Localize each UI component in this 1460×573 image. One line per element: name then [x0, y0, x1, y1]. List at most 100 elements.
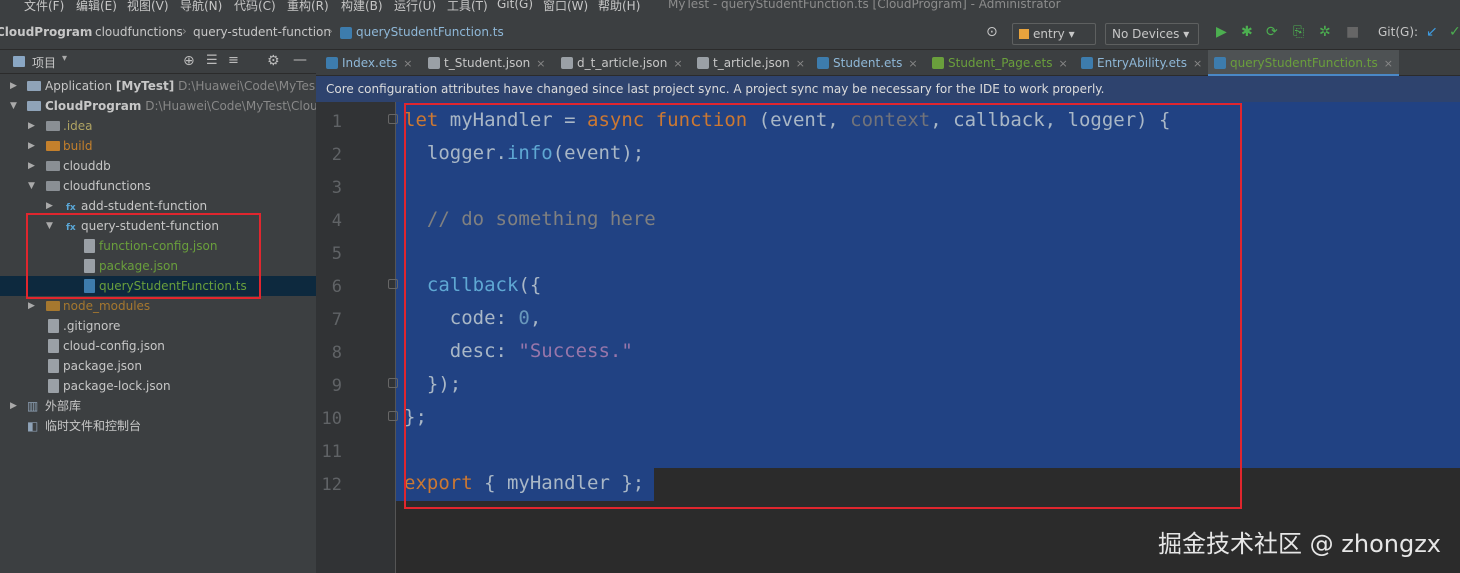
breadcrumb-cloudfunctions[interactable]: cloudfunctions — [95, 25, 183, 39]
line-number: 4 — [331, 211, 342, 231]
menu-git[interactable]: Git(G) — [497, 0, 533, 11]
locate-file-icon[interactable]: ⊕ — [183, 53, 195, 69]
chevron-right-icon[interactable]: ▶ — [28, 136, 35, 156]
fold-marker-icon[interactable] — [388, 279, 398, 289]
tree-item-gitignore[interactable]: .gitignore — [0, 316, 316, 336]
tree-item-build[interactable]: ▶ build — [0, 136, 316, 156]
menu-view[interactable]: 视图(V) — [127, 0, 169, 14]
chevron-down-icon[interactable]: ▼ — [28, 176, 35, 196]
tab-querystudentfunction-ts[interactable]: queryStudentFunction.ts × — [1208, 50, 1399, 76]
tree-item-external-libraries[interactable]: ▶ ▥ 外部库 — [0, 396, 316, 416]
typescript-file-icon — [340, 27, 352, 39]
hide-panel-icon[interactable]: — — [293, 52, 307, 68]
device-select[interactable]: No Devices ▾ — [1105, 23, 1199, 45]
tree-item-package-lock-json[interactable]: package-lock.json — [0, 376, 316, 396]
menu-build[interactable]: 构建(B) — [341, 0, 383, 14]
project-panel-header: 项目 ▾ ⊕ ☰ ≡ ⚙ — — [0, 50, 316, 74]
fold-marker-icon[interactable] — [388, 378, 398, 388]
coverage-icon[interactable]: ✲ — [1319, 25, 1331, 39]
close-icon[interactable]: × — [1058, 57, 1067, 70]
folder-icon — [46, 121, 60, 131]
fold-marker-icon[interactable] — [388, 411, 398, 421]
gear-icon[interactable]: ⚙ — [267, 53, 280, 69]
tree-item-clouddb[interactable]: ▶ clouddb — [0, 156, 316, 176]
close-icon[interactable]: × — [536, 57, 545, 70]
target-icon[interactable]: ⊙ — [986, 25, 998, 39]
project-panel-title[interactable]: 项目 — [32, 54, 56, 71]
menu-tools[interactable]: 工具(T) — [447, 0, 488, 14]
tab-index-ets[interactable]: Index.ets × — [326, 50, 412, 76]
tree-item-label: 临时文件和控制台 — [45, 419, 142, 433]
tree-item-label: build — [63, 139, 93, 153]
tree-item-cloud-config-json[interactable]: cloud-config.json — [0, 336, 316, 356]
ets-file-icon — [1081, 57, 1093, 69]
stop-icon[interactable]: ■ — [1346, 25, 1359, 39]
project-tree: ▶ Application [MyTest] D:\Huawei\Code\My… — [0, 74, 316, 573]
chevron-right-icon[interactable]: ▶ — [10, 76, 17, 96]
menu-window[interactable]: 窗口(W) — [543, 0, 588, 14]
chevron-right-icon[interactable]: ▶ — [10, 396, 17, 416]
expand-all-icon[interactable]: ☰ — [206, 53, 218, 68]
close-icon[interactable]: × — [1193, 57, 1202, 70]
breadcrumb-project[interactable]: CloudProgram — [0, 25, 92, 39]
line-number: 7 — [331, 310, 342, 330]
tab-t-student-json[interactable]: t_Student.json × — [428, 50, 546, 76]
git-commit-icon[interactable]: ✓ — [1449, 25, 1460, 39]
tab-d-t-article-json[interactable]: d_t_article.json × — [561, 50, 683, 76]
breadcrumb-current-file[interactable]: queryStudentFunction.ts — [356, 25, 504, 39]
close-icon[interactable]: × — [403, 57, 412, 70]
tree-item-package-json-root[interactable]: package.json — [0, 356, 316, 376]
tree-item-application[interactable]: ▶ Application [MyTest] D:\Huawei\Code\My… — [0, 76, 316, 96]
git-update-icon[interactable]: ↙ — [1426, 25, 1438, 39]
tab-student-ets[interactable]: Student.ets × — [817, 50, 918, 76]
breadcrumb-query-student-function[interactable]: query-student-function — [193, 25, 331, 39]
folder-icon — [46, 141, 60, 151]
tree-item-cloudfunctions[interactable]: ▼ cloudfunctions — [0, 176, 316, 196]
menu-run[interactable]: 运行(U) — [394, 0, 436, 14]
tree-item-node-modules[interactable]: ▶ node_modules — [0, 296, 316, 316]
close-icon[interactable]: × — [673, 57, 682, 70]
json-file-icon — [561, 57, 573, 69]
typescript-file-icon — [1214, 57, 1226, 69]
close-icon[interactable]: × — [908, 57, 917, 70]
tab-entryability-ets[interactable]: EntryAbility.ets × — [1081, 50, 1202, 76]
attach-debugger-icon[interactable]: ⎘ — [1293, 25, 1304, 39]
chevron-right-icon[interactable]: ▶ — [28, 156, 35, 176]
tree-item-label: clouddb — [63, 159, 111, 173]
tree-item-cloudprogram[interactable]: ▼ CloudProgram D:\Huawei\Code\MyTest\Clo… — [0, 96, 316, 116]
tab-t-article-json[interactable]: t_article.json × — [697, 50, 805, 76]
run-icon[interactable]: ▶ — [1216, 25, 1227, 39]
breadcrumb-separator-icon: › — [182, 24, 187, 38]
menu-navigate[interactable]: 导航(N) — [180, 0, 222, 14]
close-icon[interactable]: × — [796, 57, 805, 70]
run-config-select[interactable]: entry ▾ — [1012, 23, 1096, 45]
menu-code[interactable]: 代码(C) — [234, 0, 276, 14]
menu-refactor[interactable]: 重构(R) — [287, 0, 329, 14]
close-icon[interactable]: × — [1384, 57, 1393, 70]
chevron-down-icon[interactable]: ▼ — [10, 96, 17, 116]
navigation-bar: CloudProgram › cloudfunctions › query-st… — [0, 14, 1460, 50]
menu-file[interactable]: 文件(F) — [24, 0, 64, 14]
sync-notification-banner: Core configuration attributes have chang… — [316, 76, 1460, 102]
line-number-gutter: 1 2 3 4 5 6 7 8 9 10 11 12 — [316, 102, 396, 573]
tab-student-page-ets[interactable]: Student_Page.ets × — [932, 50, 1068, 76]
fold-marker-icon[interactable] — [388, 114, 398, 124]
profile-icon[interactable]: ⟳ — [1266, 25, 1278, 39]
ets-file-icon — [326, 57, 338, 69]
chevron-right-icon[interactable]: ▶ — [28, 116, 35, 136]
menu-help[interactable]: 帮助(H) — [598, 0, 640, 14]
tree-item-label: .idea — [63, 119, 93, 133]
debug-icon[interactable]: ✱ — [1241, 25, 1253, 39]
chevron-right-icon[interactable]: ▶ — [28, 296, 35, 316]
line-number: 10 — [321, 409, 342, 429]
menu-edit[interactable]: 编辑(E) — [76, 0, 117, 14]
chevron-down-icon: ▾ — [1183, 27, 1190, 41]
tree-item-scratches[interactable]: ◧ 临时文件和控制台 — [0, 416, 316, 436]
window-title: MyTest - queryStudentFunction.ts [CloudP… — [668, 0, 1061, 11]
json-file-icon — [48, 379, 59, 393]
module-folder-icon — [27, 81, 41, 91]
line-number: 1 — [331, 112, 342, 132]
collapse-all-icon[interactable]: ≡ — [228, 53, 239, 68]
tree-item-idea[interactable]: ▶ .idea — [0, 116, 316, 136]
chevron-down-icon[interactable]: ▾ — [62, 53, 67, 64]
